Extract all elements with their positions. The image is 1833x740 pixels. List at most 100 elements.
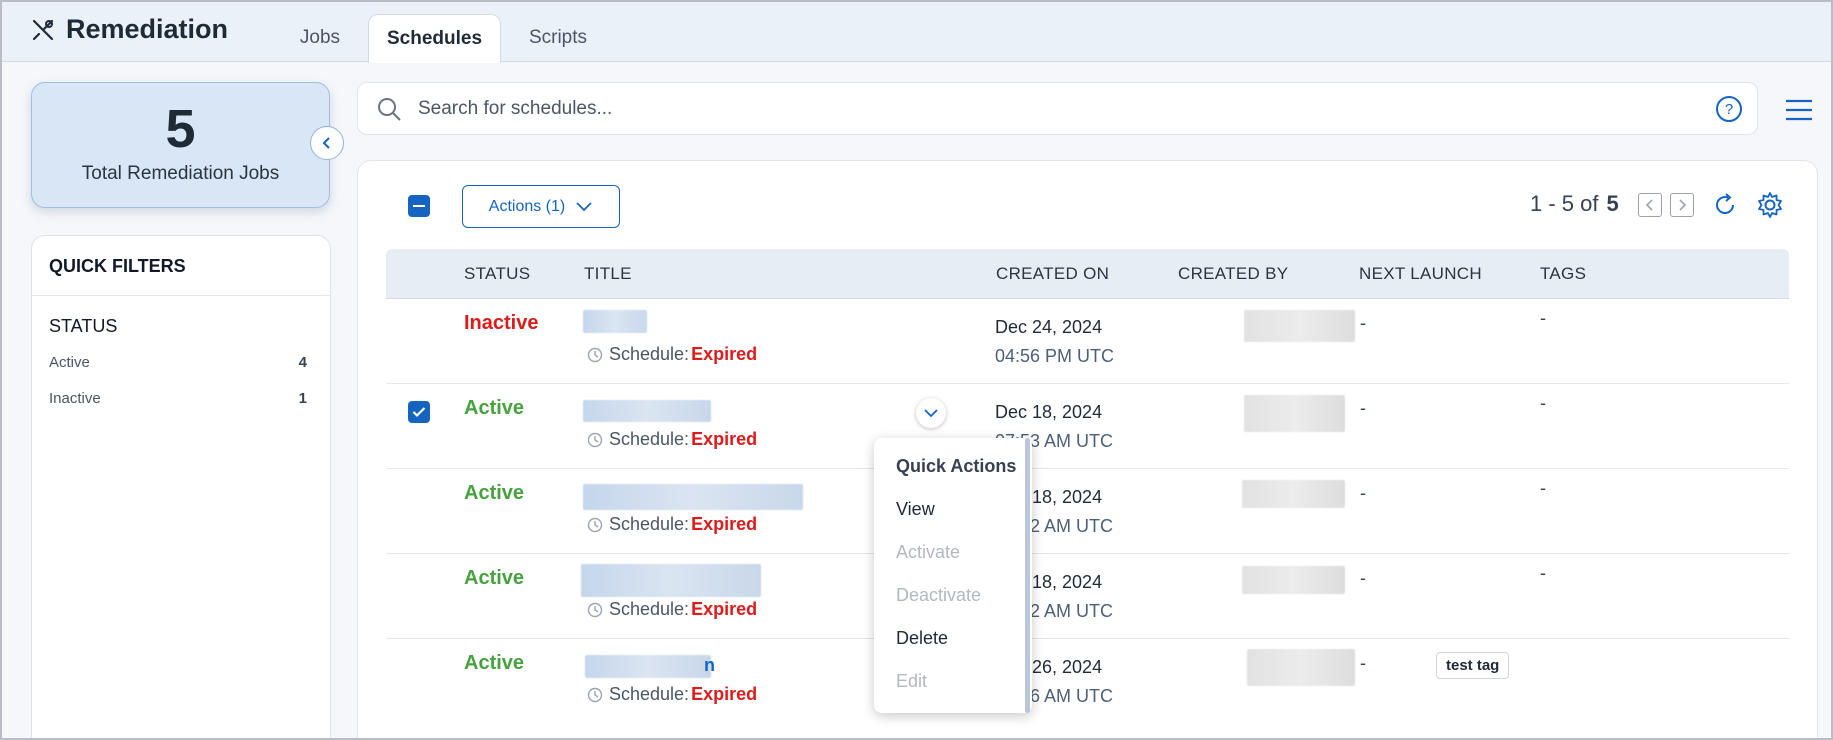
schedule-status: Expired — [691, 514, 758, 534]
column-created-on[interactable]: CREATED ON — [996, 264, 1109, 284]
next-launch: - — [1360, 313, 1366, 333]
created-on: Dec 24, 2024 04:56 PM UTC — [995, 313, 1114, 371]
menu-item-deactivate: Deactivate — [896, 585, 982, 605]
status-text: Active — [464, 652, 525, 674]
schedule-prefix: Schedule: — [609, 684, 690, 704]
table-row[interactable]: Active Schedule: Expired Dec 18, 2024 07… — [386, 469, 1789, 554]
column-status[interactable]: STATUS — [464, 264, 530, 284]
column-created-by[interactable]: CREATED BY — [1178, 264, 1288, 284]
row-quick-actions-toggle[interactable] — [916, 398, 946, 428]
quick-actions-title: Quick Actions — [896, 456, 1017, 476]
schedule-prefix: Schedule: — [609, 599, 690, 619]
tags: - — [1540, 308, 1546, 328]
clock-icon — [587, 517, 603, 532]
column-next-launch[interactable]: NEXT LAUNCH — [1359, 264, 1482, 284]
status-text: Active — [464, 482, 525, 504]
total-jobs-count: 5 — [165, 99, 196, 159]
schedule-info: Schedule: Expired — [587, 344, 757, 365]
search-icon — [378, 97, 401, 121]
tab-schedules[interactable]: Schedules — [368, 14, 501, 63]
actions-label: Actions (1) — [488, 197, 566, 215]
search-input[interactable] — [418, 97, 1618, 120]
search-bar: ? — [357, 82, 1758, 135]
filter-item-active[interactable]: Active 4 — [32, 345, 330, 381]
table-row[interactable]: Active Schedule: Expired Dec 18, 2024 07… — [386, 384, 1789, 469]
schedule-prefix: Schedule: — [609, 344, 690, 364]
menu-item-delete[interactable]: Delete — [896, 628, 948, 649]
chevron-right-icon — [1679, 199, 1687, 211]
table-row[interactable]: Active Schedule: Expired Dec 18, 2024 07… — [386, 554, 1789, 639]
total-jobs-label: Total Remediation Jobs — [81, 163, 280, 184]
column-title[interactable]: TITLE — [584, 264, 632, 284]
status-filter-heading: STATUS — [49, 316, 118, 336]
clock-icon — [587, 602, 603, 617]
total-jobs-card: 5 Total Remediation Jobs — [31, 82, 330, 208]
filter-item-inactive[interactable]: Inactive 1 — [32, 381, 330, 417]
redacted-title[interactable] — [583, 400, 711, 422]
app-title: Remediation — [66, 14, 229, 44]
collapse-panel-button[interactable] — [310, 126, 344, 160]
prev-page-button[interactable] — [1638, 193, 1662, 217]
created-time: 04:56 PM UTC — [995, 346, 1115, 366]
next-page-button[interactable] — [1670, 193, 1694, 217]
next-launch: - — [1360, 653, 1366, 673]
redacted-title[interactable] — [585, 655, 711, 678]
refresh-icon[interactable] — [1711, 191, 1739, 219]
pagination-info: 1 - 5 of 5 — [1530, 191, 1619, 217]
hamburger-menu-icon[interactable] — [1784, 98, 1814, 122]
status-text: Active — [464, 567, 525, 589]
redacted-created-by — [1247, 649, 1355, 686]
gear-icon[interactable] — [1755, 190, 1785, 220]
status-text: Inactive — [464, 312, 539, 334]
schedule-info: Schedule: Expired — [587, 684, 757, 705]
schedule-status: Expired — [691, 599, 758, 619]
redacted-title[interactable] — [581, 564, 761, 597]
redacted-created-by — [1244, 310, 1355, 342]
filter-label: Inactive — [49, 390, 101, 407]
redacted-created-by — [1242, 480, 1345, 508]
schedule-info: Schedule: Expired — [587, 599, 757, 620]
status-text: Active — [464, 397, 525, 419]
quick-filters-panel: QUICK FILTERS STATUS Active 4 Inactive 1 — [31, 235, 331, 738]
row-checkbox[interactable] — [408, 401, 430, 423]
next-launch: - — [1360, 483, 1366, 503]
app-window: Remediation Jobs Schedules Scripts 5 Tot… — [0, 0, 1833, 740]
help-icon[interactable]: ? — [1715, 95, 1743, 123]
clock-icon — [587, 347, 603, 362]
redacted-created-by — [1242, 566, 1345, 594]
table-header: STATUS TITLE CREATED ON CREATED BY NEXT … — [386, 249, 1789, 299]
menu-item-activate: Activate — [896, 542, 961, 562]
quick-filters-title: QUICK FILTERS — [32, 236, 330, 296]
menu-item-edit: Edit — [896, 671, 928, 691]
filter-count: 1 — [298, 390, 307, 407]
actions-dropdown-button[interactable]: Actions (1) — [462, 185, 620, 228]
select-all-checkbox[interactable] — [408, 195, 430, 217]
schedule-status: Expired — [691, 429, 758, 449]
filter-count: 4 — [298, 354, 307, 371]
app-header: Remediation — [30, 14, 228, 45]
menu-scrollbar[interactable] — [1025, 438, 1030, 713]
next-launch: - — [1360, 568, 1366, 588]
clock-icon — [587, 432, 603, 447]
tab-jobs[interactable]: Jobs — [282, 14, 358, 62]
quick-actions-menu: Quick Actions View Activate Deactivate D… — [874, 438, 1032, 713]
table-row[interactable]: Inactive Schedule: Expired Dec 24, 2024 … — [386, 299, 1789, 384]
tags: - — [1540, 393, 1546, 413]
tags: - — [1540, 563, 1546, 583]
tab-scripts[interactable]: Scripts — [512, 14, 604, 62]
title-text-fragment[interactable]: n — [704, 655, 715, 676]
menu-item-view[interactable]: View — [896, 499, 935, 520]
column-tags[interactable]: TAGS — [1540, 264, 1586, 284]
created-date: Dec 24, 2024 — [995, 317, 1103, 337]
redacted-title[interactable] — [583, 310, 647, 333]
schedule-prefix: Schedule: — [609, 514, 690, 534]
redacted-created-by — [1244, 395, 1345, 432]
table-row[interactable]: Active n Schedule: Expired Nov 26, 2024 … — [386, 639, 1789, 724]
chevron-down-icon — [924, 409, 938, 418]
schedule-prefix: Schedule: — [609, 429, 690, 449]
svg-text:?: ? — [1725, 101, 1733, 118]
tag-chip[interactable]: test tag — [1436, 652, 1510, 679]
created-date: Dec 18, 2024 — [995, 402, 1103, 422]
redacted-title[interactable] — [583, 484, 803, 510]
chevron-down-icon — [576, 201, 592, 211]
